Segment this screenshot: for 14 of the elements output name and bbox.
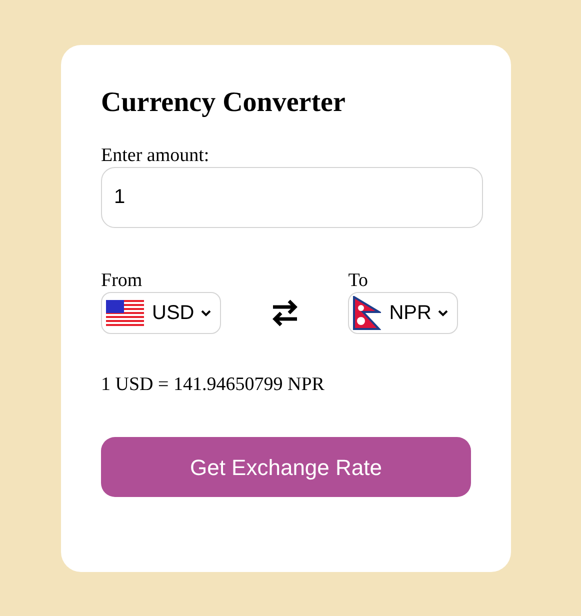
field-label: To xyxy=(348,270,370,292)
swap-icon[interactable] xyxy=(271,298,300,328)
get-rate-button[interactable]: Get Exchange Rate xyxy=(101,437,471,497)
card-title: Currency Converter xyxy=(101,87,346,119)
chevron-down-icon xyxy=(200,309,212,317)
currency-select[interactable]: USD xyxy=(101,292,222,334)
result-text: 1 USD = 141.94650799 NPR xyxy=(101,374,326,396)
field-label: From xyxy=(101,270,144,292)
currency-select[interactable]: NPR xyxy=(348,292,458,334)
chevron-down-icon xyxy=(437,309,450,317)
amount-field[interactable]: 1 xyxy=(101,167,483,228)
flag-icon xyxy=(353,296,382,330)
field-label: Enter amount: xyxy=(101,145,210,167)
flag-icon xyxy=(106,300,144,326)
